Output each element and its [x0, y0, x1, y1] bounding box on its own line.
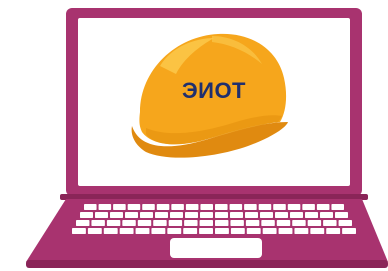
keyboard-key	[168, 220, 183, 226]
keyboard-key	[292, 220, 306, 226]
keyboard-key	[326, 228, 341, 234]
keyboard-key	[278, 228, 293, 234]
keyboard-key	[185, 204, 199, 210]
keyboard-key	[113, 204, 126, 210]
keyboard-key	[151, 228, 166, 234]
keyboard-key	[140, 212, 153, 218]
keyboard-key	[142, 204, 155, 210]
keyboard-key	[199, 228, 213, 234]
keyboard-key	[125, 212, 138, 218]
keyboard-key	[98, 204, 112, 210]
keyboard-key	[76, 220, 90, 226]
keyboard-key	[335, 212, 348, 218]
keyboard-key	[119, 228, 134, 234]
keyboard-key	[302, 204, 315, 210]
keyboard-key	[273, 204, 286, 210]
keyboard-key	[323, 220, 337, 226]
keyboard-key	[294, 228, 309, 234]
keyboard-key	[342, 228, 356, 234]
keyboard-key	[215, 228, 229, 234]
keyboard-key	[153, 220, 167, 226]
keyboard-key	[87, 228, 102, 234]
keyboard-key	[156, 204, 170, 210]
keyboard-key	[184, 220, 198, 226]
touchpad	[170, 238, 262, 258]
keyboard-key	[261, 220, 275, 226]
keyboard-key	[199, 220, 213, 226]
keyboard-key	[200, 212, 213, 218]
keyboard-key	[258, 204, 272, 210]
keyboard-key	[310, 228, 325, 234]
keyboard-key	[137, 220, 152, 226]
keyboard-key	[84, 204, 97, 210]
base-front-edge	[26, 260, 388, 268]
keyboard-key	[167, 228, 182, 234]
keyboard-key	[95, 212, 108, 218]
keyboard-key	[110, 212, 123, 218]
keyboard-key	[290, 212, 303, 218]
keyboard-key	[276, 220, 291, 226]
keyboard-key	[275, 212, 288, 218]
keyboard-key	[183, 228, 198, 234]
keyboard-key	[122, 220, 136, 226]
keyboard-key	[106, 220, 121, 226]
keyboard-key	[135, 228, 150, 234]
keyboard-key	[316, 204, 330, 210]
keyboard-key	[215, 212, 228, 218]
keyboard-key	[260, 212, 273, 218]
keyboard-key	[230, 228, 245, 234]
keyboard-key	[91, 220, 105, 226]
keyboard-key	[244, 204, 257, 210]
keyboard-key	[331, 204, 344, 210]
keyboard-key	[155, 212, 168, 218]
keyboard-key	[103, 228, 118, 234]
keyboard-key	[215, 220, 229, 226]
keyboard-key	[287, 204, 301, 210]
keyboard-key	[305, 212, 318, 218]
keyboard-key	[200, 204, 213, 210]
keyboard-key	[230, 212, 243, 218]
keyboard-key	[185, 212, 198, 218]
keyboard-key	[72, 228, 86, 234]
keyboard-key	[320, 212, 333, 218]
keyboard-key	[229, 204, 243, 210]
keyboard-key	[230, 220, 244, 226]
keyboard-key	[215, 204, 228, 210]
keyboard-key	[170, 212, 183, 218]
keyboard-key	[80, 212, 93, 218]
keyboard-key	[171, 204, 184, 210]
keyboard-key	[245, 212, 258, 218]
keyboard-key	[246, 228, 261, 234]
keyboard-key	[262, 228, 277, 234]
keyboard-key	[245, 220, 260, 226]
keyboard-key	[338, 220, 352, 226]
laptop-icon: ЭИОТ	[26, 8, 388, 268]
keyboard-key	[307, 220, 322, 226]
helmet-label: ЭИОТ	[182, 78, 246, 103]
illustration-canvas: ЭИОТ	[0, 0, 388, 271]
keyboard-key	[127, 204, 141, 210]
